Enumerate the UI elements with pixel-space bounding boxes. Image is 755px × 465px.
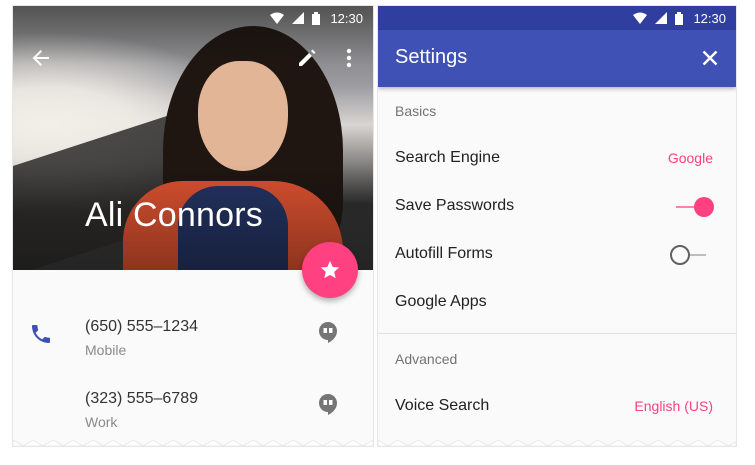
battery-icon [675, 11, 684, 25]
pencil-icon[interactable] [287, 38, 327, 78]
phone-type: Work [85, 414, 118, 430]
torn-edge [13, 439, 373, 446]
arrow-back-icon[interactable] [21, 38, 61, 78]
setting-autofill-forms[interactable]: Autofill Forms [378, 231, 736, 279]
status-bar: 12:30 [13, 6, 373, 30]
torn-edge [378, 439, 736, 446]
contact-screen: 12:30 Ali Connors (650) 555–1234 Mobile … [13, 6, 373, 446]
favorite-fab[interactable] [302, 242, 358, 298]
phone-number: (323) 555–6789 [85, 390, 198, 407]
status-time: 12:30 [693, 10, 726, 26]
close-icon[interactable] [690, 38, 730, 78]
page-title: Settings [395, 46, 468, 68]
phone-number: (650) 555–1234 [85, 318, 198, 335]
phone-icon [29, 322, 53, 346]
battery-icon [312, 11, 321, 25]
setting-google-apps[interactable]: Google Apps [378, 279, 736, 327]
wifi-icon [270, 12, 285, 24]
setting-voice-search[interactable]: Voice Search English (US) [378, 383, 736, 431]
section-divider [378, 333, 736, 334]
signal-icon [292, 12, 305, 24]
save-passwords-toggle[interactable] [672, 195, 716, 219]
more-vert-icon[interactable] [329, 38, 369, 78]
setting-value: English (US) [634, 398, 713, 414]
wifi-icon [633, 12, 648, 24]
section-header-advanced: Advanced [395, 351, 458, 367]
setting-label: Save Passwords [395, 197, 515, 214]
setting-label: Search Engine [395, 149, 500, 166]
setting-search-engine[interactable]: Search Engine Google [378, 135, 736, 183]
setting-label: Autofill Forms [395, 245, 493, 262]
settings-screen: 12:30 Settings Basics Search Engine Goog… [378, 6, 736, 446]
hangouts-icon[interactable] [317, 392, 341, 416]
setting-label: Google Apps [395, 293, 487, 310]
phone-type: Mobile [85, 342, 127, 358]
autofill-forms-toggle[interactable] [670, 243, 714, 267]
hangouts-icon[interactable] [317, 320, 341, 344]
signal-icon [655, 12, 668, 24]
status-bar: 12:30 [378, 6, 736, 30]
setting-save-passwords[interactable]: Save Passwords [378, 183, 736, 231]
setting-label: Voice Search [395, 397, 490, 414]
contact-name: Ali Connors [85, 196, 263, 234]
settings-toolbar: Settings [378, 30, 736, 87]
status-time: 12:30 [330, 10, 363, 26]
setting-value: Google [667, 150, 713, 166]
star-icon [320, 260, 340, 279]
phone-row-mobile[interactable]: (650) 555–1234 Mobile [13, 306, 373, 378]
section-header-basics: Basics [395, 103, 437, 119]
contact-app-bar [13, 30, 373, 86]
